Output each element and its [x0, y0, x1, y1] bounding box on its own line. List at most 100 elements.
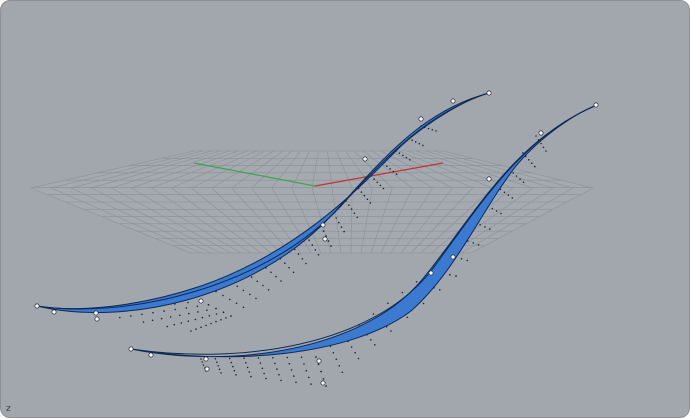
control-point-dot — [197, 311, 199, 313]
control-point-dot — [301, 258, 304, 260]
axis-indicator-z: z — [6, 404, 11, 414]
control-point-dot — [422, 144, 424, 147]
control-point-dot — [522, 181, 525, 184]
control-point-dot — [200, 326, 202, 329]
control-point[interactable] — [94, 316, 100, 322]
control-point-dot — [540, 142, 542, 145]
control-point-dot — [449, 274, 451, 276]
control-point-dot — [330, 245, 332, 247]
control-point[interactable] — [450, 98, 456, 104]
control-point[interactable] — [51, 309, 57, 315]
control-point-dot — [500, 212, 502, 215]
control-point-dot — [422, 302, 425, 305]
control-point-dot — [201, 316, 204, 319]
control-point[interactable] — [128, 346, 134, 352]
control-point-dot — [340, 226, 343, 228]
control-point-dot — [376, 181, 379, 184]
control-point[interactable] — [486, 176, 492, 182]
control-point-dot — [350, 208, 353, 210]
control-point[interactable] — [486, 90, 492, 96]
control-point[interactable] — [204, 366, 210, 372]
control-point-dot — [484, 226, 486, 228]
control-point-dot — [179, 314, 181, 317]
control-point-dot — [290, 369, 293, 371]
control-point-dot — [215, 307, 217, 310]
control-point-dot — [415, 281, 418, 283]
control-point-dot — [236, 285, 239, 288]
control-point-dot — [534, 165, 536, 168]
control-point-dot — [363, 194, 366, 197]
control-point-dot — [280, 379, 282, 382]
control-point-dot — [166, 325, 169, 328]
control-point-dot — [386, 165, 388, 167]
control-point-dot — [332, 352, 335, 354]
control-point[interactable] — [320, 222, 326, 228]
control-point[interactable] — [316, 358, 322, 364]
control-point[interactable] — [93, 310, 99, 316]
control-point-dot — [248, 371, 251, 373]
control-point-dot — [382, 187, 385, 190]
control-point-dot — [187, 301, 189, 304]
control-point-dot — [389, 168, 391, 170]
control-point-dot — [310, 383, 312, 385]
control-point-dot — [519, 178, 521, 180]
viewport-scene[interactable] — [1, 1, 690, 418]
control-point-dot — [427, 127, 430, 130]
control-point[interactable] — [322, 236, 328, 242]
control-point-dot — [130, 315, 132, 317]
control-point-dot — [390, 330, 392, 332]
control-point-dot — [317, 363, 320, 366]
control-point-dot — [216, 361, 218, 364]
control-point[interactable] — [593, 102, 599, 108]
control-point-dot — [395, 173, 398, 175]
control-point[interactable] — [148, 352, 154, 358]
control-point-dot — [265, 377, 267, 380]
control-point-dot — [477, 244, 480, 246]
control-point-dot — [173, 323, 176, 326]
control-point-dot — [180, 322, 183, 324]
control-point-dot — [174, 308, 176, 311]
control-point-dot — [303, 363, 305, 365]
control-point[interactable] — [198, 298, 204, 304]
control-point-dot — [190, 330, 192, 332]
control-point-dot — [274, 362, 276, 365]
control-point-dot — [207, 304, 210, 306]
control-point[interactable] — [320, 380, 326, 386]
control-point-dot — [261, 367, 264, 370]
perspective-viewport[interactable]: z — [0, 0, 690, 418]
control-point-dot — [297, 253, 300, 255]
control-point-dot — [200, 358, 202, 360]
control-point-dot — [259, 362, 262, 364]
control-point[interactable] — [418, 116, 424, 122]
control-point[interactable] — [203, 356, 209, 362]
control-point-dot — [187, 320, 190, 323]
control-point-dot — [392, 170, 395, 173]
control-point-dot — [220, 319, 222, 321]
control-point-dot — [308, 239, 310, 241]
control-point-dot — [257, 357, 260, 359]
control-point-dot — [242, 289, 245, 292]
control-point[interactable] — [450, 254, 456, 260]
control-point[interactable] — [34, 303, 40, 309]
control-point-dot — [327, 240, 330, 242]
control-point-dot — [528, 159, 530, 161]
control-point-dot — [305, 262, 307, 265]
control-point-dot — [341, 371, 344, 374]
control-point-dot — [354, 352, 356, 354]
control-point-dot — [218, 368, 221, 371]
control-point-dot — [307, 376, 310, 379]
control-point-dot — [379, 184, 382, 187]
control-point-dot — [235, 374, 237, 376]
control-point-dot — [387, 302, 389, 305]
control-point-dot — [229, 298, 231, 301]
control-point-dot — [185, 307, 188, 309]
control-point[interactable] — [362, 156, 368, 162]
control-point-dot — [233, 369, 236, 372]
control-point[interactable] — [538, 130, 544, 136]
control-point-dot — [460, 258, 463, 260]
control-point-dot — [292, 271, 295, 274]
control-point[interactable] — [428, 270, 434, 276]
control-point-dot — [320, 370, 322, 373]
control-point-dot — [270, 271, 272, 274]
control-point-dot — [455, 275, 457, 277]
